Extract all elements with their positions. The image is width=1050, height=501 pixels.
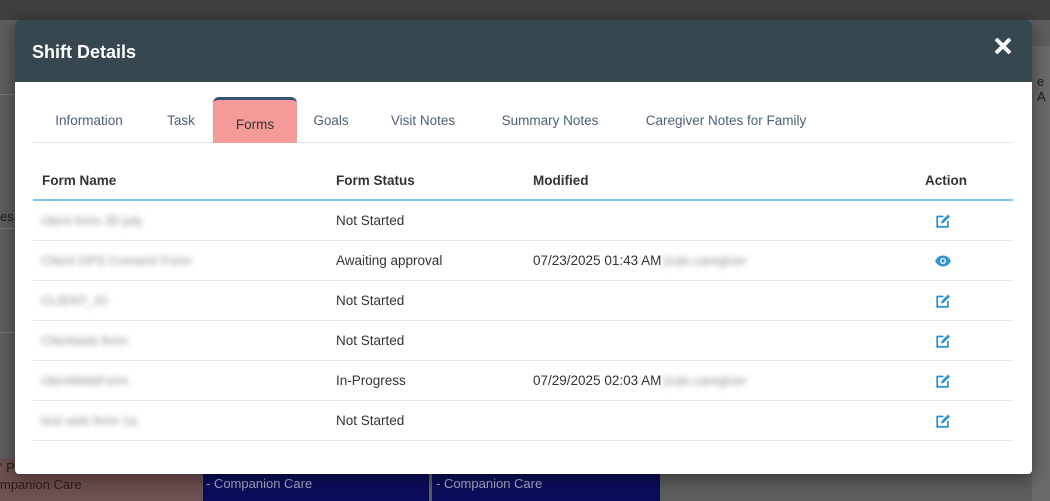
column-header-form-name: Form Name xyxy=(42,173,117,188)
form-name-cell: Client GPS Consent Form xyxy=(33,241,243,280)
column-header-modified: Modified xyxy=(533,173,589,188)
backdrop-peek-text-right: e A xyxy=(1037,74,1046,104)
edit-form-edit-icon[interactable] xyxy=(933,411,953,431)
tab-visit-notes[interactable]: Visit Notes xyxy=(387,97,459,143)
backdrop-top-bar xyxy=(0,0,1050,20)
edit-form-edit-icon[interactable] xyxy=(933,291,953,311)
form-name-cell: CLIENT_IG xyxy=(33,281,243,320)
form-name-cell: client form 30 july xyxy=(33,201,243,240)
backdrop-bottom-left-text: ' P xyxy=(0,460,15,475)
form-name[interactable]: client form 30 july xyxy=(41,213,142,228)
view-form-eye-icon[interactable] xyxy=(933,251,953,271)
modified-by: (rubi.caregiver xyxy=(663,253,747,268)
form-name-cell: test web form 1a xyxy=(33,401,243,440)
table-row: Client GPS Consent Form Awaiting approva… xyxy=(33,241,1013,281)
form-name-cell: Clientweb form xyxy=(33,321,243,360)
backdrop-schedule-cell-text: - Companion Care xyxy=(206,476,313,491)
modified-date xyxy=(533,333,535,348)
tab-goals[interactable]: Goals xyxy=(312,97,350,143)
form-name[interactable]: Client GPS Consent Form xyxy=(41,253,191,268)
modal-header: Shift Details xyxy=(15,20,1032,82)
modal-title: Shift Details xyxy=(32,41,137,62)
form-name[interactable]: test web form 1a xyxy=(41,413,137,428)
forms-table: Form Name Form Status Modified Action cl… xyxy=(33,160,1013,441)
tab-bar: Information Task Forms Goals Visit Notes… xyxy=(33,97,1013,143)
edit-form-edit-icon[interactable] xyxy=(933,371,953,391)
column-header-form-status: Form Status xyxy=(336,173,415,188)
tab-summary-notes[interactable]: Summary Notes xyxy=(497,97,603,143)
backdrop-bottom-left-text: mpanion Care xyxy=(0,477,82,492)
modified-by: (rubi.caregiver xyxy=(663,373,747,388)
form-status: Not Started xyxy=(336,413,405,428)
modified-date: 07/29/2025 02:03 AM (rubi.caregiver xyxy=(533,373,747,388)
tab-caregiver-notes-for-family[interactable]: Caregiver Notes for Family xyxy=(638,97,814,143)
column-header-action: Action xyxy=(925,173,967,188)
edit-form-edit-icon[interactable] xyxy=(933,331,953,351)
tab-forms[interactable]: Forms xyxy=(213,97,297,143)
table-row: Clientweb form Not Started xyxy=(33,321,1013,361)
table-header: Form Name Form Status Modified Action xyxy=(33,160,1013,201)
table-row: clientWebForm In-Progress 07/29/2025 02:… xyxy=(33,361,1013,401)
table-row: CLIENT_IG Not Started xyxy=(33,281,1013,321)
form-status: Not Started xyxy=(336,293,405,308)
form-name-cell: clientWebForm xyxy=(33,361,243,400)
shift-details-modal: Shift Details Information Task Forms Goa… xyxy=(15,20,1032,474)
close-icon[interactable] xyxy=(991,34,1015,58)
modified-date xyxy=(533,413,535,428)
edit-form-edit-icon[interactable] xyxy=(933,211,953,231)
backdrop-schedule-cell-text: - Companion Care xyxy=(436,476,543,491)
backdrop-right-column xyxy=(1032,46,1050,501)
modified-date xyxy=(533,293,535,308)
form-status: Not Started xyxy=(336,333,405,348)
table-row: client form 30 july Not Started xyxy=(33,201,1013,241)
backdrop-peek-text-left: es xyxy=(0,209,14,224)
form-status: Not Started xyxy=(336,213,405,228)
form-name[interactable]: Clientweb form xyxy=(41,333,128,348)
table-row: test web form 1a Not Started xyxy=(33,401,1013,441)
form-status: Awaiting approval xyxy=(336,253,443,268)
modified-date xyxy=(533,213,535,228)
form-status: In-Progress xyxy=(336,373,406,388)
table-body: client form 30 july Not Started Client G… xyxy=(33,201,1013,441)
modified-date: 07/23/2025 01:43 AM (rubi.caregiver xyxy=(533,253,747,268)
form-name[interactable]: CLIENT_IG xyxy=(41,293,108,308)
tab-information[interactable]: Information xyxy=(49,97,129,143)
form-name[interactable]: clientWebForm xyxy=(41,373,128,388)
tab-task[interactable]: Task xyxy=(163,97,199,143)
